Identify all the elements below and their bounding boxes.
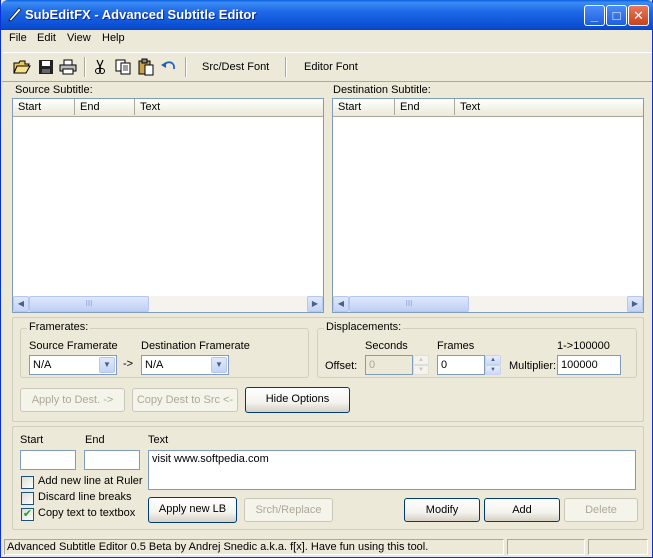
destination-hscrollbar[interactable]: ◀ III ▶ (333, 296, 643, 312)
source-subtitle-label: Source Subtitle: (15, 84, 93, 96)
apply-to-dest-button[interactable]: Apply to Dest. -> (20, 388, 125, 412)
hide-options-button[interactable]: Hide Options (245, 387, 350, 413)
discard-line-breaks-label: Discard line breaks (38, 491, 132, 503)
start-input[interactable] (20, 450, 76, 470)
copy-text-label: Copy text to textbox (38, 507, 136, 519)
open-folder-icon[interactable] (13, 58, 31, 76)
multiplier-range-label: 1->100000 (557, 340, 610, 352)
destination-subtitle-label: Destination Subtitle: (333, 84, 431, 96)
maximize-icon: □ (612, 8, 621, 23)
spin-down-icon[interactable]: ▼ (413, 365, 429, 375)
column-text[interactable]: Text (135, 99, 323, 115)
minimize-button[interactable]: _ (584, 5, 605, 26)
scroll-thumb[interactable]: III (349, 296, 469, 312)
column-text[interactable]: Text (455, 99, 643, 115)
search-replace-button[interactable]: Srch/Replace (244, 498, 333, 522)
maximize-button[interactable]: □ (606, 5, 627, 26)
source-hscrollbar[interactable]: ◀ III ▶ (13, 296, 323, 312)
apply-new-lb-button[interactable]: Apply new LB (148, 497, 237, 523)
column-end[interactable]: End (75, 99, 135, 115)
copy-text-checkbox[interactable]: ✔ (21, 508, 34, 521)
chevron-down-icon[interactable]: ▼ (99, 357, 115, 373)
text-label: Text (148, 434, 169, 446)
status-text: Advanced Subtitle Editor 0.5 Beta by And… (4, 539, 504, 555)
add-button[interactable]: Add (484, 498, 560, 522)
spin-down-icon[interactable]: ▼ (485, 365, 501, 375)
destination-framerate-label: Destination Framerate (141, 340, 250, 352)
scroll-left-icon[interactable]: ◀ (333, 296, 349, 312)
status-panel (588, 539, 648, 555)
source-framerate-value: N/A (33, 359, 52, 371)
delete-button[interactable]: Delete (564, 498, 638, 522)
multiplier-input[interactable] (557, 355, 621, 375)
destination-framerate-value: N/A (145, 359, 164, 371)
framerates-group-title: Framerates: (27, 321, 91, 333)
title-bar[interactable]: SubEditFX - Advanced Subtitle Editor _ □… (1, 0, 653, 30)
scroll-right-icon[interactable]: ▶ (307, 296, 323, 312)
source-framerate-label: Source Framerate (29, 340, 118, 352)
frames-label: Frames (437, 340, 475, 352)
editor-font-button[interactable]: Editor Font (304, 61, 358, 73)
chevron-down-icon[interactable]: ▼ (211, 357, 227, 373)
spin-up-icon[interactable]: ▲ (413, 355, 429, 365)
toolbar-separator (84, 57, 86, 77)
displacements-group-title: Displacements: (324, 321, 404, 333)
end-input[interactable] (84, 450, 140, 470)
app-icon (8, 7, 22, 22)
modify-button[interactable]: Modify (404, 498, 480, 522)
subtitle-text-input[interactable]: visit www.softpedia.com (148, 450, 636, 490)
status-bar: Advanced Subtitle Editor 0.5 Beta by And… (2, 537, 652, 557)
start-label: Start (20, 434, 44, 446)
frames-input[interactable] (437, 355, 485, 375)
seconds-label: Seconds (365, 340, 408, 352)
minimize-icon: _ (590, 8, 599, 23)
column-start[interactable]: Start (13, 99, 75, 115)
menu-view[interactable]: View (67, 32, 91, 44)
destination-subtitle-list[interactable]: Start End Text ◀ III ▶ (332, 98, 644, 313)
close-button[interactable]: ✕ (628, 5, 649, 26)
source-framerate-select[interactable]: N/A ▼ (29, 355, 117, 375)
end-label: End (85, 434, 105, 446)
scroll-thumb[interactable]: III (29, 296, 149, 312)
source-list-header: Start End Text (13, 99, 323, 117)
destination-framerate-select[interactable]: N/A ▼ (141, 355, 229, 375)
discard-line-breaks-checkbox[interactable] (21, 492, 34, 505)
main-window: SubEditFX - Advanced Subtitle Editor _ □… (0, 0, 653, 558)
save-icon[interactable] (37, 58, 55, 76)
scroll-right-icon[interactable]: ▶ (627, 296, 643, 312)
add-new-line-checkbox[interactable] (21, 476, 34, 489)
menu-file[interactable]: File (9, 32, 27, 44)
cut-icon[interactable] (91, 58, 109, 76)
close-icon: ✕ (633, 8, 644, 23)
status-panel (507, 539, 585, 555)
toolbar: Src/Dest Font Editor Font (2, 52, 652, 82)
frames-spinner[interactable]: ▲ ▼ (485, 355, 501, 375)
menu-bar: File Edit View Help (2, 30, 652, 47)
column-end[interactable]: End (395, 99, 455, 115)
check-icon: ✔ (22, 508, 33, 520)
seconds-spinner[interactable]: ▲ ▼ (413, 355, 429, 375)
add-new-line-label: Add new line at Ruler (38, 475, 143, 487)
source-subtitle-list[interactable]: Start End Text ◀ III ▶ (12, 98, 324, 313)
undo-icon[interactable] (160, 58, 178, 76)
print-icon[interactable] (59, 58, 77, 76)
scroll-left-icon[interactable]: ◀ (13, 296, 29, 312)
src-dest-font-button[interactable]: Src/Dest Font (202, 61, 269, 73)
toolbar-separator (185, 57, 187, 77)
copy-dest-to-src-button[interactable]: Copy Dest to Src <- (132, 388, 238, 412)
framerate-arrow: -> (123, 358, 134, 370)
offset-label: Offset: (325, 360, 358, 372)
seconds-input[interactable] (365, 355, 413, 375)
paste-icon[interactable] (137, 58, 155, 76)
menu-help[interactable]: Help (102, 32, 125, 44)
spin-up-icon[interactable]: ▲ (485, 355, 501, 365)
toolbar-separator (285, 57, 287, 77)
window-title: SubEditFX - Advanced Subtitle Editor (25, 7, 257, 22)
copy-icon[interactable] (114, 58, 132, 76)
menu-edit[interactable]: Edit (37, 32, 56, 44)
destination-list-header: Start End Text (333, 99, 643, 117)
multiplier-label: Multiplier: (509, 360, 557, 372)
column-start[interactable]: Start (333, 99, 395, 115)
